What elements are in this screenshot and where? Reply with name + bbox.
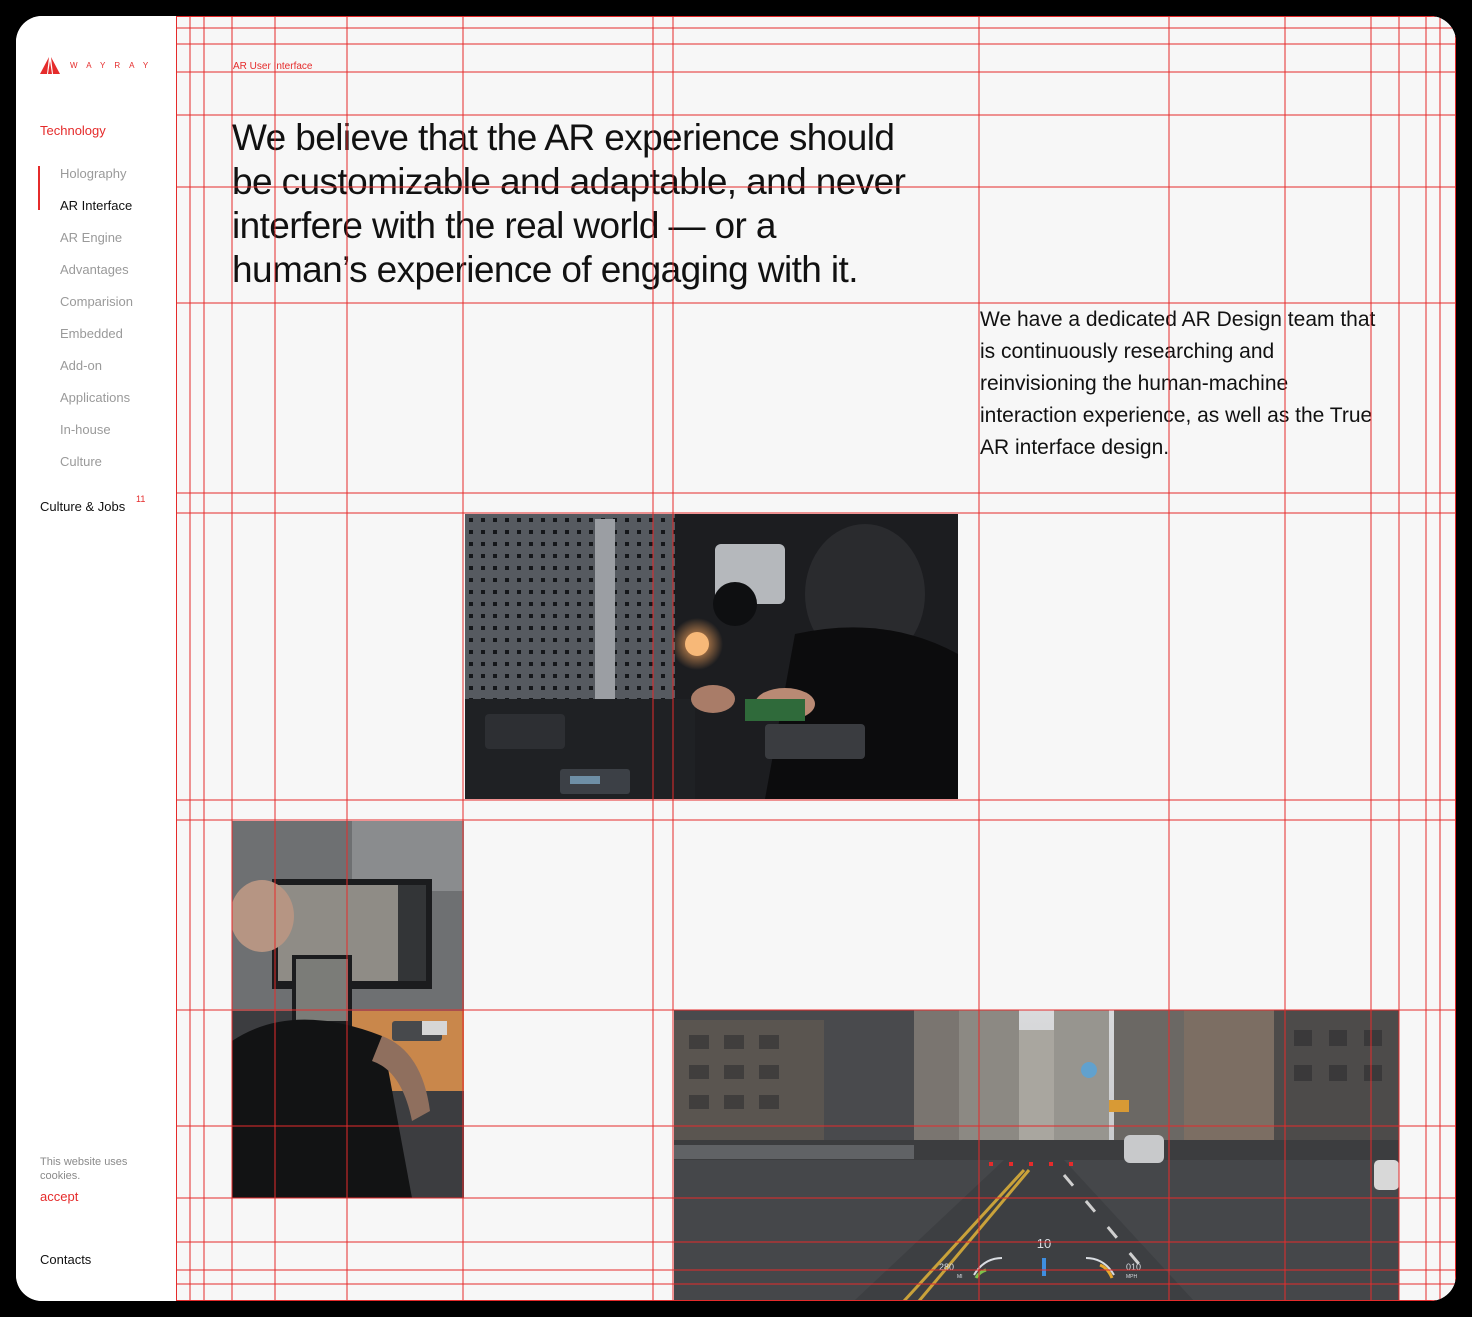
designer-workstation-photo — [232, 821, 464, 1198]
nav-item-holography[interactable]: Holography — [60, 166, 127, 181]
hud-right-value: 010 — [1126, 1262, 1141, 1272]
hud-left-value: 280 — [939, 1262, 954, 1272]
page-headline: We believe that the AR experience should… — [232, 117, 906, 290]
hud-speed: 10 — [1037, 1236, 1051, 1251]
nav-item-ar-interface[interactable]: AR Interface — [60, 198, 132, 213]
hud-right-unit: MPH — [1126, 1274, 1138, 1280]
logo[interactable]: WAYRAY — [40, 57, 157, 74]
jobs-count-badge: 11 — [136, 494, 146, 504]
nav-technology[interactable]: Technology — [40, 123, 106, 138]
ar-hud-street-photo: 10 280 MI 010 MPH — [674, 1010, 1399, 1301]
logo-wordmark: WAYRAY — [70, 61, 158, 70]
intro-paragraph: We have a dedicated AR Design team that … — [980, 308, 1376, 459]
nav-item-applications[interactable]: Applications — [60, 390, 130, 405]
section-eyebrow: AR User Interface — [233, 61, 313, 72]
nav-item-in-house[interactable]: In-house — [60, 422, 111, 437]
sidebar: WAYRAY Technology Holography AR Interfac… — [16, 16, 176, 1301]
active-indicator — [38, 166, 40, 210]
nav-item-ar-engine[interactable]: AR Engine — [60, 230, 122, 245]
accept-cookies-button[interactable]: accept — [40, 1189, 78, 1204]
cookie-notice: This website uses cookies. — [40, 1156, 128, 1182]
nav-item-embedded[interactable]: Embedded — [60, 326, 123, 341]
nav-item-advantages[interactable]: Advantages — [60, 262, 129, 277]
browser-frame: WAYRAY Technology Holography AR Interfac… — [16, 16, 1456, 1301]
nav-culture-jobs[interactable]: Culture & Jobs — [40, 499, 125, 514]
nav-item-add-on[interactable]: Add-on — [60, 358, 102, 373]
contacts-link[interactable]: Contacts — [40, 1252, 91, 1267]
hud-left-unit: MI — [957, 1274, 963, 1280]
nav-item-comparision[interactable]: Comparision — [60, 294, 133, 309]
nav-item-culture[interactable]: Culture — [60, 454, 102, 469]
lab-microscope-photo — [465, 514, 958, 799]
logo-mark-icon — [40, 57, 60, 74]
main-content: AR User Interface We believe that the AR… — [176, 16, 1456, 1301]
